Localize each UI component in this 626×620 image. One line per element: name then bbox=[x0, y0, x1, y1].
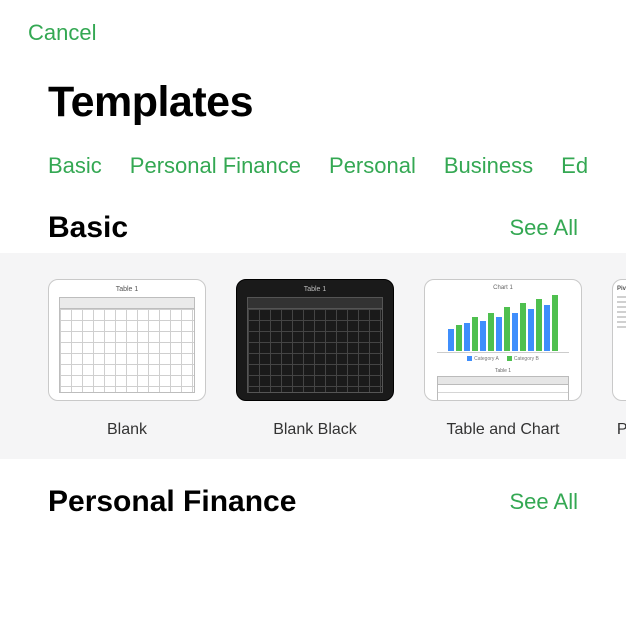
thumbnail-blank-black: Table 1 bbox=[236, 279, 394, 401]
category-tabs: Basic Personal Finance Personal Business… bbox=[0, 127, 626, 193]
tab-business[interactable]: Business bbox=[444, 153, 533, 179]
template-label: Blank bbox=[107, 421, 147, 439]
cancel-button[interactable]: Cancel bbox=[28, 20, 96, 46]
page-title: Templates bbox=[0, 46, 626, 127]
template-blank-black[interactable]: Table 1 Blank Black bbox=[236, 279, 394, 439]
template-label: Table and Chart bbox=[447, 421, 560, 439]
tab-personal-finance[interactable]: Personal Finance bbox=[130, 153, 301, 179]
tab-basic[interactable]: Basic bbox=[48, 153, 102, 179]
section-basic: Basic See All Table 1 Blank Table 1 Blan… bbox=[0, 211, 626, 459]
template-blank[interactable]: Table 1 Blank bbox=[48, 279, 206, 439]
template-label: Piv bbox=[617, 421, 626, 439]
template-pivot[interactable]: Pivot T Piv bbox=[612, 279, 626, 439]
template-label: Blank Black bbox=[273, 421, 357, 439]
section-personal-finance: Personal Finance See All bbox=[0, 459, 626, 519]
thumbnail-blank: Table 1 bbox=[48, 279, 206, 401]
thumbnail-table-and-chart: Chart 1 Category A Category B T bbox=[424, 279, 582, 401]
thumbnail-pivot: Pivot T bbox=[612, 279, 626, 401]
section-title-personal-finance: Personal Finance bbox=[48, 485, 296, 519]
template-table-and-chart[interactable]: Chart 1 Category A Category B T bbox=[424, 279, 582, 439]
tab-education[interactable]: Ed bbox=[561, 153, 588, 179]
tab-personal[interactable]: Personal bbox=[329, 153, 416, 179]
template-row-basic[interactable]: Table 1 Blank Table 1 Blank Black Chart … bbox=[0, 279, 626, 439]
section-title-basic: Basic bbox=[48, 211, 128, 245]
see-all-basic-button[interactable]: See All bbox=[510, 215, 579, 241]
see-all-personal-finance-button[interactable]: See All bbox=[510, 489, 579, 515]
